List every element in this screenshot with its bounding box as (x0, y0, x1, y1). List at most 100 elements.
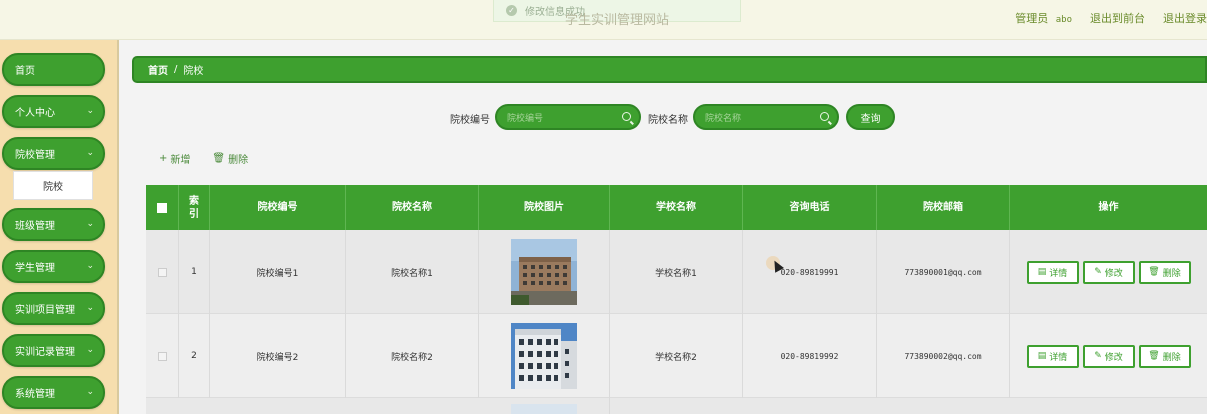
cell-email: 773890001@qq.com (877, 230, 1010, 314)
header-image: 院校图片 (479, 185, 610, 230)
submenu-item-college[interactable]: 院校 (13, 171, 93, 200)
role-label: 管理员 (1015, 12, 1049, 25)
header-school: 学校名称 (610, 185, 743, 230)
cell-code: 院校编号1 (210, 230, 346, 314)
cell-phone: 020-89819992 (743, 314, 877, 398)
sidebar-item-system-management[interactable]: 系统管理 ⌄ (2, 376, 105, 409)
table-row: 2 院校编号2 院校名称2 学校名称2 020-89819992 7738900… (146, 314, 1207, 398)
cell-image (479, 398, 610, 414)
sidebar-item-label: 系统管理 (15, 389, 55, 400)
cell-index: 1 (179, 230, 210, 314)
cell-name: 院校名称1 (346, 230, 479, 314)
edit-button[interactable]: ✎ 修改 (1082, 344, 1135, 368)
delete-label: 删除 (228, 155, 249, 166)
site-title: 学生实训管理网站 (565, 13, 670, 28)
top-header: ✓ 修改信息成功 学生实训管理网站 管理员 abo 退出到前台 退出登录 (0, 0, 1207, 40)
delete-button[interactable]: 🗑 删除 (1138, 344, 1191, 368)
delete-button[interactable]: 🗑 删除 (1138, 260, 1191, 284)
logout-link[interactable]: 退出登录 (1163, 10, 1207, 26)
sidebar-item-label: 实训项目管理 (15, 305, 75, 316)
sidebar-item-student-management[interactable]: 学生管理 ⌄ (2, 250, 105, 283)
header-index: 索引 (179, 185, 210, 230)
sidebar-item-label: 实训记录管理 (15, 347, 75, 358)
sidebar-item-class-management[interactable]: 班级管理 ⌄ (2, 208, 105, 241)
table-row (146, 398, 1207, 414)
chevron-down-icon: ⌄ (86, 345, 94, 355)
detail-icon: ▤ (1037, 351, 1047, 361)
detail-button[interactable]: ▤ 详情 (1026, 260, 1079, 284)
search-icon (622, 112, 631, 121)
row-checkbox-cell (146, 230, 179, 314)
action-row: + 新增 🗑 删除 (159, 151, 248, 166)
detail-button[interactable]: ▤ 详情 (1026, 344, 1079, 368)
cell-image (479, 314, 610, 398)
college-name-label: 院校名称 (648, 115, 688, 126)
trash-icon: 🗑 (212, 153, 226, 164)
trash-icon: 🗑 (1148, 351, 1160, 361)
sidebar-item-record-management[interactable]: 实训记录管理 ⌄ (2, 334, 105, 367)
sidebar-item-label: 首页 (15, 66, 35, 77)
chevron-down-icon: ⌄ (86, 387, 94, 397)
breadcrumb-home[interactable]: 首页 (148, 62, 168, 77)
college-name-placeholder: 院校名称 (705, 113, 742, 124)
cell-phone: 020-89819991 (743, 230, 877, 314)
college-photo (511, 323, 577, 389)
query-button[interactable]: 查询 (846, 104, 895, 130)
cell-school: 学校名称2 (610, 314, 743, 398)
breadcrumb: 首页 / 院校 (132, 56, 1207, 83)
college-photo (511, 239, 577, 305)
sidebar-item-label: 学生管理 (15, 263, 55, 274)
college-code-placeholder: 院校编号 (507, 113, 544, 124)
table-row: 1 院校编号1 院校名称1 学校名称1 020-89819991 7738900… (146, 230, 1207, 314)
add-label: 新增 (170, 155, 191, 166)
search-bar: 院校编号 院校编号 院校名称 院校名称 查询 (0, 104, 1207, 130)
sidebar-item-label: 班级管理 (15, 221, 55, 232)
header-name: 院校名称 (346, 185, 479, 230)
add-button[interactable]: + 新增 (159, 151, 190, 166)
select-all-checkbox[interactable] (157, 202, 167, 213)
college-photo (511, 404, 577, 414)
cell-image (479, 230, 610, 314)
back-to-front-link[interactable]: 退出到前台 (1090, 10, 1145, 26)
sidebar-item-project-management[interactable]: 实训项目管理 ⌄ (2, 292, 105, 325)
edit-icon: ✎ (1094, 267, 1102, 277)
chevron-down-icon: ⌄ (86, 303, 94, 313)
search-icon (820, 112, 829, 121)
header-links: 管理员 abo 退出到前台 退出登录 (1015, 10, 1207, 26)
sidebar: 首页 个人中心 ⌄ 院校管理 ⌄ 院校 班级管理 ⌄ 学生管理 ⌄ 实训项目管理… (0, 40, 119, 414)
cell-email: 773890002@qq.com (877, 314, 1010, 398)
header-operations: 操作 (1098, 202, 1119, 213)
batch-delete-button[interactable]: 🗑 删除 (212, 151, 248, 166)
row-checkbox[interactable] (157, 267, 167, 277)
chevron-down-icon: ⌄ (86, 261, 94, 271)
cell-operations: ▤ 详情 ✎ 修改 🗑 删除 (1010, 230, 1207, 314)
edit-button[interactable]: ✎ 修改 (1082, 260, 1135, 284)
header-email: 院校邮箱 (877, 185, 1010, 230)
cell-name: 院校名称2 (346, 314, 479, 398)
table-header: 索引 院校编号 院校名称 院校图片 学校名称 咨询电话 院校邮箱 操作 (146, 185, 1207, 230)
college-name-input[interactable]: 院校名称 (693, 104, 839, 130)
username: abo (1055, 15, 1072, 25)
cell-index: 2 (179, 314, 210, 398)
chevron-up-icon: ⌄ (86, 148, 94, 158)
breadcrumb-current: 院校 (183, 66, 204, 77)
header-phone: 咨询电话 (743, 185, 877, 230)
select-all-header (146, 185, 179, 230)
plus-icon: + (159, 153, 168, 164)
sidebar-item-home[interactable]: 首页 (2, 53, 105, 86)
detail-icon: ▤ (1037, 267, 1047, 277)
header-code: 院校编号 (210, 185, 346, 230)
admin-info: 管理员 abo (1015, 10, 1072, 26)
cell-school: 学校名称1 (610, 230, 743, 314)
breadcrumb-separator: / (174, 64, 178, 75)
sidebar-item-label: 院校管理 (15, 150, 55, 161)
edit-icon: ✎ (1094, 351, 1102, 361)
trash-icon: 🗑 (1148, 267, 1160, 277)
cell-code: 院校编号2 (210, 314, 346, 398)
row-checkbox-cell (146, 314, 179, 398)
college-code-label: 院校编号 (450, 115, 490, 126)
college-code-input[interactable]: 院校编号 (495, 104, 641, 130)
sidebar-item-college-management[interactable]: 院校管理 ⌄ (2, 137, 105, 170)
cell-operations: ▤ 详情 ✎ 修改 🗑 删除 (1010, 314, 1207, 398)
row-checkbox[interactable] (157, 351, 167, 361)
